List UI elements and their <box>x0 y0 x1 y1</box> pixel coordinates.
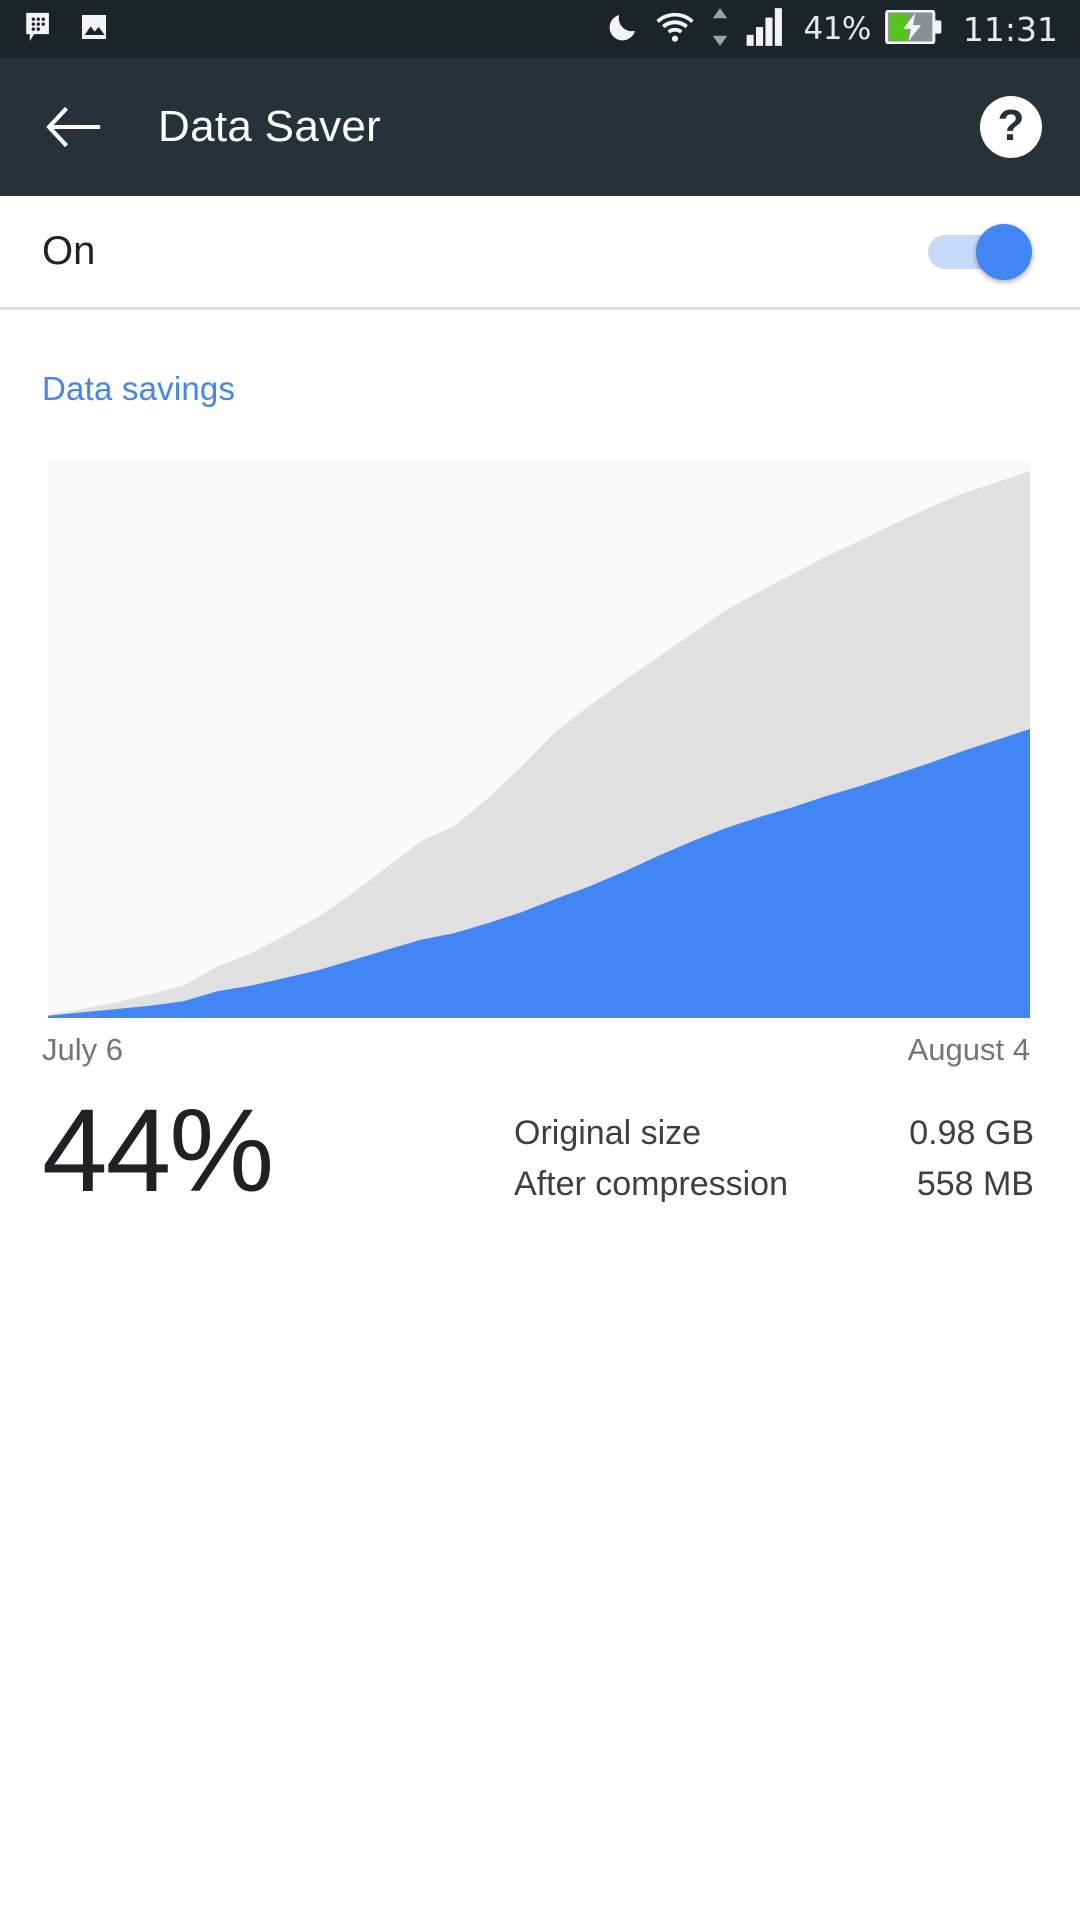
stat-row: Original size 0.98 GB <box>514 1114 1034 1153</box>
stat-label: Original size <box>514 1114 702 1152</box>
data-transfer-arrows-icon <box>709 7 731 51</box>
photo-icon <box>78 11 110 48</box>
page-title: Data Saver <box>158 102 382 151</box>
data-saver-toggle-row[interactable]: On <box>0 196 1080 310</box>
stat-row: After compression 558 MB <box>514 1165 1034 1204</box>
clock-label: 11:31 <box>962 9 1058 49</box>
back-button[interactable] <box>42 95 106 159</box>
stat-value: 0.98 GB <box>909 1114 1034 1152</box>
toggle-state-label: On <box>42 229 96 273</box>
status-bar: 41% 11:31 <box>0 0 1080 58</box>
moon-do-not-disturb-icon <box>605 9 641 50</box>
question-mark-icon: ? <box>997 101 1025 150</box>
cell-signal-icon <box>745 7 789 51</box>
savings-percent: 44% <box>42 1085 274 1217</box>
app-bar: Data Saver ? <box>0 58 1080 196</box>
bbm-message-icon <box>22 10 56 49</box>
battery-charging-icon <box>884 8 943 49</box>
chart-end-date: August 4 <box>907 1032 1030 1067</box>
size-stats: Original size 0.98 GB After compression … <box>514 1084 1034 1216</box>
stat-label: After compression <box>514 1165 788 1203</box>
chart-start-date: July 6 <box>42 1032 123 1067</box>
status-bar-right-icons: 41% 11:31 <box>605 7 1058 51</box>
chart-svg <box>48 460 1030 1018</box>
status-bar-left-icons <box>22 10 110 49</box>
back-arrow-icon <box>46 106 101 148</box>
chart-date-axis: July 6 August 4 <box>42 1032 1030 1068</box>
stat-value: 558 MB <box>916 1165 1034 1203</box>
battery-percent-label: 41% <box>803 11 871 47</box>
data-savings-section-label: Data savings <box>42 370 236 407</box>
help-button[interactable]: ? <box>980 96 1042 158</box>
data-saver-switch[interactable] <box>928 223 1036 280</box>
savings-summary: 44% Original size 0.98 GB After compress… <box>42 1084 1034 1216</box>
data-savings-chart <box>48 460 1030 1018</box>
switch-thumb[interactable] <box>976 223 1032 280</box>
main-content: Data savings July 6 August 4 44% Origina… <box>0 310 1080 1216</box>
wifi-icon <box>655 10 695 49</box>
